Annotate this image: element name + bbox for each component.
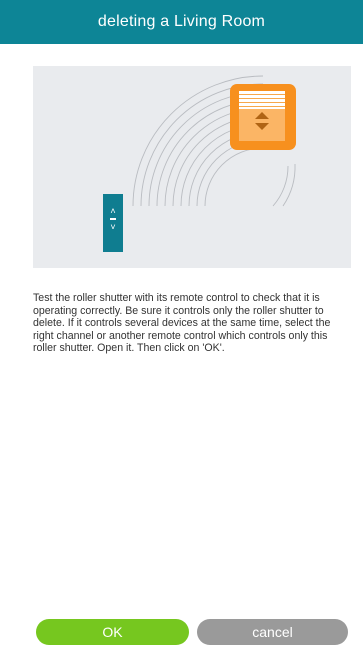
shutter-down-arrow-icon xyxy=(255,123,269,130)
cancel-button[interactable]: cancel xyxy=(197,619,348,645)
instructions-text: Test the roller shutter with its remote … xyxy=(33,292,331,355)
page-title: deleting a Living Room xyxy=(97,13,266,30)
remote-up-icon: ˄ xyxy=(110,206,116,216)
shutter-window xyxy=(239,91,285,141)
remote-control-icon: ˄ ˅ xyxy=(103,194,123,252)
instruction-illustration: ˄ ˅ xyxy=(33,66,351,268)
remote-stop-icon xyxy=(110,218,116,220)
ok-button[interactable]: OK xyxy=(36,619,189,645)
remote-down-icon: ˅ xyxy=(110,222,116,232)
signal-waves-icon xyxy=(132,75,296,207)
shutter-up-arrow-icon xyxy=(255,112,269,119)
header-bar: deleting a Living Room xyxy=(0,0,363,44)
roller-shutter-icon xyxy=(230,84,296,150)
